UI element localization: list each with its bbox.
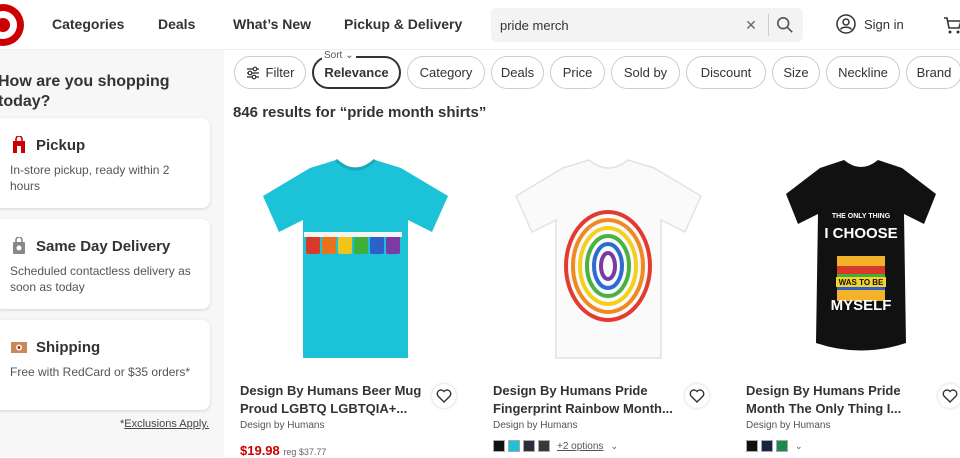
- favorite-heart-icon[interactable]: [685, 384, 709, 408]
- swatch-black[interactable]: [746, 440, 758, 452]
- chip-deals[interactable]: Deals: [491, 56, 544, 89]
- filter-button[interactable]: Filter: [234, 56, 306, 89]
- sort-dropdown[interactable]: Sort ⌄ Relevance: [312, 56, 401, 89]
- swatch-navy[interactable]: [761, 440, 773, 452]
- product-price: $19.98 reg $37.77: [240, 443, 326, 458]
- color-swatches: +2 options ⌄: [493, 440, 618, 452]
- clear-search-icon[interactable]: ✕: [743, 17, 759, 33]
- regular-price: reg $37.77: [283, 447, 326, 457]
- shopping-method-sidebar: How are you shopping today? Pickup In-st…: [0, 50, 224, 457]
- exclusions-note: *Exclusions Apply.: [120, 418, 209, 430]
- chip-brand[interactable]: Brand: [906, 56, 960, 89]
- swatch-teal[interactable]: [508, 440, 520, 452]
- search-divider: [768, 14, 769, 36]
- store-icon: [10, 136, 28, 154]
- sidebar-heading: How are you shopping today?: [0, 72, 198, 112]
- chevron-down-icon[interactable]: ⌄: [795, 441, 803, 452]
- sort-caption: Sort ⌄: [322, 50, 356, 61]
- cart-icon[interactable]: [943, 15, 960, 35]
- shirt-text-line-1: THE ONLY THING: [831, 213, 890, 220]
- chip-category[interactable]: Category: [407, 56, 485, 89]
- shirt-text-line-2: I CHOOSE: [824, 225, 897, 242]
- delivery-bag-icon: [10, 237, 28, 255]
- target-logo[interactable]: [0, 4, 24, 46]
- pickup-desc: In-store pickup, ready within 2 hours: [10, 162, 195, 194]
- product-image[interactable]: THE ONLY THING I CHOOSE WAS TO BE MYSELF: [746, 140, 960, 370]
- nav-deals[interactable]: Deals: [158, 16, 195, 32]
- black-myself-tshirt-image: THE ONLY THING I CHOOSE WAS TO BE MYSELF: [754, 148, 960, 363]
- product-brand: Design by Humans: [746, 420, 830, 431]
- results-count: 846 results for “pride month shirts”: [233, 104, 486, 121]
- search-bar: ✕: [491, 8, 803, 42]
- search-input[interactable]: [500, 8, 740, 42]
- same-day-desc: Scheduled contactless delivery as soon a…: [10, 263, 195, 295]
- favorite-heart-icon[interactable]: [432, 384, 456, 408]
- site-header: Categories Deals What’s New Pickup & Del…: [0, 0, 960, 50]
- filter-sliders-icon: [246, 66, 260, 80]
- same-day-title: Same Day Delivery: [36, 238, 170, 255]
- pickup-option[interactable]: Pickup In-store pickup, ready within 2 h…: [0, 118, 210, 208]
- sign-in-button[interactable]: Sign in: [836, 14, 904, 34]
- swatch-navy[interactable]: [523, 440, 535, 452]
- product-image[interactable]: [493, 140, 723, 370]
- sort-value: Relevance: [324, 65, 388, 80]
- chip-price[interactable]: Price: [550, 56, 605, 89]
- chip-neckline[interactable]: Neckline: [826, 56, 900, 89]
- shipping-box-icon: [10, 338, 28, 356]
- shipping-title: Shipping: [36, 339, 100, 356]
- same-day-delivery-option[interactable]: Same Day Delivery Scheduled contactless …: [0, 219, 210, 309]
- nav-whats-new[interactable]: What’s New: [233, 16, 311, 32]
- chip-discount[interactable]: Discount: [686, 56, 766, 89]
- shipping-option[interactable]: Shipping Free with RedCard or $35 orders…: [0, 320, 210, 410]
- swatch-black[interactable]: [493, 440, 505, 452]
- shirt-text-line-4: MYSELF: [830, 297, 891, 314]
- product-brand: Design by Humans: [493, 420, 577, 431]
- color-swatches: ⌄: [746, 440, 803, 452]
- favorite-heart-icon[interactable]: [938, 384, 960, 408]
- product-title[interactable]: Design By Humans Beer Mug Proud LGBTQ LG…: [240, 382, 430, 418]
- swatch-green[interactable]: [776, 440, 788, 452]
- product-title[interactable]: Design By Humans Pride Month The Only Th…: [746, 382, 936, 418]
- sign-in-label: Sign in: [864, 17, 904, 32]
- pickup-title: Pickup: [36, 137, 85, 154]
- white-fingerprint-tshirt-image: [501, 148, 716, 363]
- filter-label: Filter: [266, 65, 295, 80]
- product-title[interactable]: Design By Humans Pride Fingerprint Rainb…: [493, 382, 683, 418]
- chevron-down-icon[interactable]: ⌄: [610, 441, 618, 452]
- nav-pickup-delivery[interactable]: Pickup & Delivery: [344, 16, 462, 32]
- swatch-charcoal[interactable]: [538, 440, 550, 452]
- search-icon[interactable]: [776, 16, 794, 34]
- more-options-link[interactable]: +2 options: [557, 441, 603, 452]
- chip-sold-by[interactable]: Sold by: [611, 56, 680, 89]
- nav-categories[interactable]: Categories: [52, 16, 124, 32]
- shipping-desc: Free with RedCard or $35 orders*: [10, 364, 195, 380]
- product-image[interactable]: [240, 140, 470, 370]
- shirt-text-line-3: WAS TO BE: [838, 278, 883, 287]
- chip-size[interactable]: Size: [772, 56, 820, 89]
- teal-tshirt-image: [248, 148, 463, 363]
- account-icon: [836, 14, 856, 34]
- product-brand: Design by Humans: [240, 420, 324, 431]
- sort-caption-text: Sort: [324, 50, 342, 61]
- exclusions-link[interactable]: Exclusions Apply.: [124, 418, 209, 430]
- sale-price: $19.98: [240, 443, 280, 458]
